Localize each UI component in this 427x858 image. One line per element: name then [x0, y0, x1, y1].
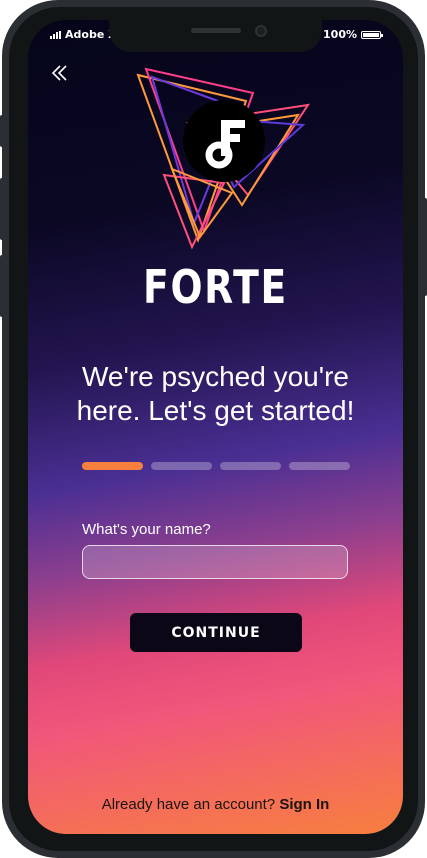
headline-line-1: We're psyched you're: [82, 361, 349, 392]
progress-step-4: [289, 462, 350, 470]
progress-step-1: [82, 462, 143, 470]
progress-step-3: [220, 462, 281, 470]
volume-up-button: [0, 178, 4, 240]
sign-in-prompt-text: Already have an account?: [101, 796, 276, 813]
page-headline: We're psyched you're here. Let's get sta…: [52, 360, 379, 428]
battery-percent: 100%: [323, 28, 357, 41]
signal-icon: [50, 30, 61, 39]
logo-badge: [183, 100, 265, 182]
step-progress: [82, 462, 350, 470]
brand-wordmark: FORTE: [143, 260, 288, 314]
mute-switch: [0, 115, 4, 147]
volume-down-button: [0, 255, 4, 317]
name-field-label: What's your name?: [82, 521, 211, 538]
name-input[interactable]: [82, 545, 348, 579]
continue-button[interactable]: CONTINUE: [130, 613, 302, 652]
battery-icon: [361, 30, 383, 39]
status-bar-right: 100%: [323, 28, 383, 41]
back-button[interactable]: [48, 62, 70, 84]
status-bar-left: Adobe X: [50, 28, 117, 41]
app-screen: Adobe X 100% FORTE We're psyched you're …: [28, 20, 403, 834]
sign-in-link[interactable]: Sign In: [279, 796, 329, 813]
forte-music-note-logo-icon: [205, 120, 245, 169]
notch: [109, 20, 322, 52]
front-camera: [255, 25, 267, 37]
power-button: [423, 198, 427, 296]
sign-in-prompt: Already have an account? Sign In: [28, 796, 403, 813]
progress-step-2: [151, 462, 212, 470]
chevron-double-left-icon: [51, 65, 67, 81]
phone-frame: Adobe X 100% FORTE We're psyched you're …: [0, 0, 427, 858]
earpiece-speaker: [191, 28, 241, 33]
headline-line-2: here. Let's get started!: [76, 395, 355, 426]
forte-logo: [128, 65, 318, 255]
